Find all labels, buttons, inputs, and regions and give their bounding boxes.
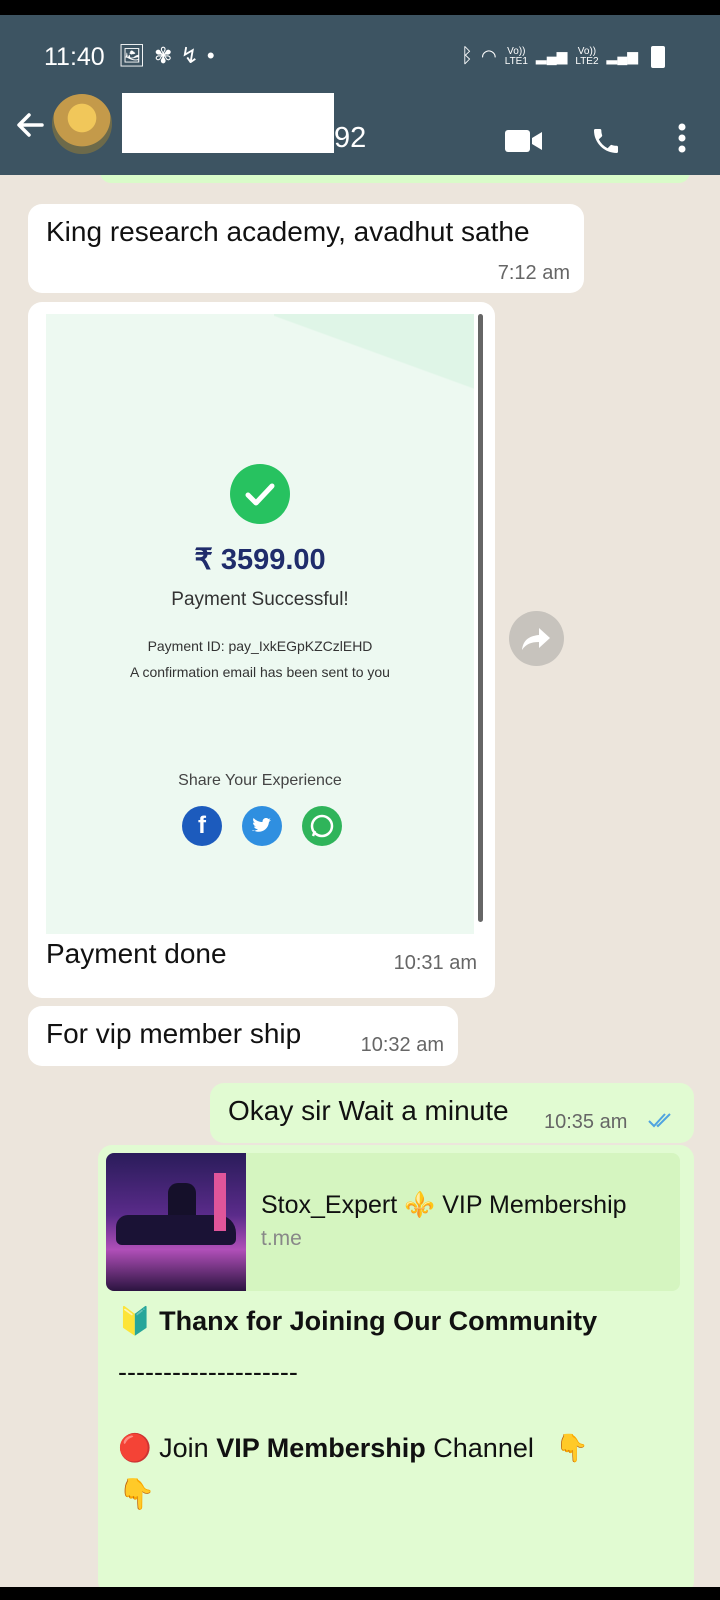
twitter-icon bbox=[242, 806, 282, 846]
signal-bars-icon: ▂▄▆ bbox=[535, 48, 568, 64]
status-time: 11:40 bbox=[44, 43, 105, 71]
confirmation-text: A confirmation email has been sent to yo… bbox=[130, 664, 390, 680]
missed-call-icon: ↯ bbox=[180, 43, 207, 68]
message-time: 10:32 am bbox=[360, 1034, 444, 1056]
join-line: 🔴 Join VIP Membership Channel 👇 bbox=[118, 1433, 589, 1463]
top-black-band bbox=[0, 0, 720, 15]
outgoing-message[interactable]: Okay sir Wait a minute 10:35 am bbox=[210, 1083, 694, 1143]
forward-icon[interactable] bbox=[509, 611, 564, 666]
pointing-down-icon: 👇 bbox=[555, 1433, 589, 1463]
link-title: Stox_Expert ⚜️ VIP Membership bbox=[261, 1191, 627, 1219]
chat-header: 11:40 🖼✾↯• ᛒ ◠ Vo)) LTE1 ▂▄▆ Vo)) LTE2 ▂▄▆… bbox=[0, 15, 720, 175]
bluetooth-icon: ᛒ bbox=[461, 45, 474, 67]
pointing-down-icon: 👇 bbox=[118, 1478, 156, 1511]
whatsapp-icon bbox=[302, 806, 342, 846]
contact-avatar[interactable] bbox=[52, 94, 112, 154]
separator-line: -------------------- bbox=[118, 1357, 298, 1387]
signal-bars-icon-2: ▂▄▆ bbox=[606, 48, 638, 64]
gallery-icon: 🖼 bbox=[118, 43, 154, 68]
payment-id: Payment ID: pay_IxkEGpKZCzlEHD bbox=[147, 638, 373, 654]
incoming-image-message[interactable]: ₹ 3599.00 Payment Successful! Payment ID… bbox=[28, 302, 495, 998]
sim1-signal: Vo)) LTE1 bbox=[504, 45, 528, 67]
check-circle-icon bbox=[230, 464, 290, 524]
bottom-black-band bbox=[0, 1587, 720, 1600]
payment-status: Payment Successful! bbox=[171, 589, 349, 610]
redacted-name bbox=[122, 93, 334, 153]
image-caption: Payment done bbox=[46, 938, 227, 969]
message-text: Okay sir Wait a minute bbox=[228, 1095, 509, 1126]
dot-icon: • bbox=[206, 43, 223, 68]
welcome-line: 🔰 Thanx for Joining Our Community bbox=[118, 1306, 598, 1336]
contact-name[interactable]: 92 bbox=[334, 122, 366, 155]
payment-amount: ₹ 3599.00 bbox=[194, 544, 326, 576]
message-time: 10:31 am bbox=[393, 952, 477, 974]
decorative-corner bbox=[274, 314, 474, 389]
chat-area[interactable]: King research academy, avadhut sathe 7:1… bbox=[0, 175, 720, 1587]
red-circle-icon: 🔴 bbox=[118, 1433, 152, 1463]
notification-icons: 🖼✾↯• bbox=[118, 43, 223, 69]
message-time: 7:12 am bbox=[497, 262, 570, 284]
wifi-icon: ◠ bbox=[481, 46, 497, 66]
system-icons: ᛒ ◠ Vo)) LTE1 ▂▄▆ Vo)) LTE2 ▂▄▆ bbox=[461, 45, 666, 68]
battery-icon bbox=[651, 46, 665, 68]
video-call-icon[interactable] bbox=[505, 129, 543, 153]
message-text: King research academy, avadhut sathe bbox=[46, 216, 530, 247]
message-text: For vip member ship bbox=[46, 1018, 302, 1049]
incoming-message[interactable]: King research academy, avadhut sathe 7:1… bbox=[28, 204, 584, 293]
outgoing-link-message[interactable]: Stox_Expert ⚜️ VIP Membership t.me 🔰 Tha… bbox=[98, 1145, 694, 1587]
previous-message-bubble bbox=[100, 175, 690, 183]
voice-call-icon[interactable] bbox=[590, 125, 622, 157]
sim2-signal: Vo)) LTE2 bbox=[575, 45, 599, 67]
back-arrow-icon[interactable] bbox=[12, 107, 48, 143]
link-preview[interactable]: Stox_Expert ⚜️ VIP Membership t.me bbox=[106, 1153, 680, 1291]
payment-screenshot[interactable]: ₹ 3599.00 Payment Successful! Payment ID… bbox=[46, 314, 474, 934]
more-options-icon[interactable] bbox=[678, 123, 686, 153]
facebook-icon: f bbox=[182, 806, 222, 846]
status-bar: 11:40 🖼✾↯• ᛒ ◠ Vo)) LTE1 ▂▄▆ Vo)) LTE2 ▂▄▆ bbox=[0, 15, 720, 75]
fan-icon: ✾ bbox=[153, 43, 181, 68]
link-url: t.me bbox=[261, 1227, 302, 1250]
read-ticks-icon bbox=[648, 1113, 671, 1128]
link-thumbnail bbox=[106, 1153, 246, 1291]
beginner-badge-icon: 🔰 bbox=[118, 1306, 152, 1336]
incoming-message[interactable]: For vip member ship 10:32 am bbox=[28, 1006, 458, 1066]
image-edge bbox=[478, 314, 483, 922]
message-time: 10:35 am bbox=[544, 1111, 628, 1133]
share-label: Share Your Experience bbox=[178, 772, 342, 789]
